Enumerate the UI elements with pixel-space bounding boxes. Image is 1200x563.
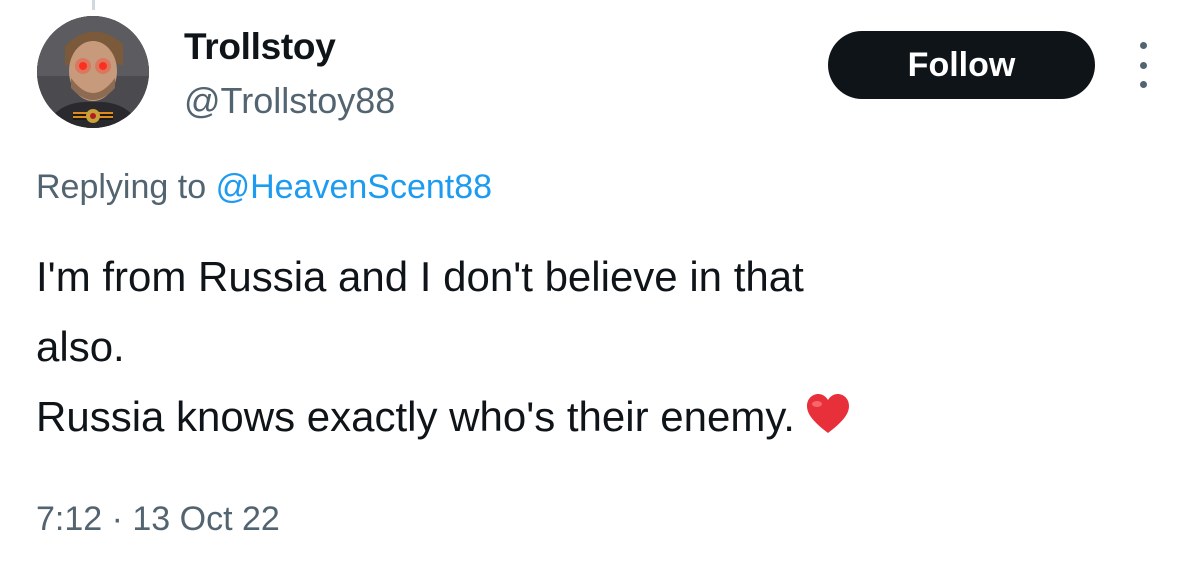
more-vertical-icon — [1139, 42, 1147, 49]
reply-context-prefix: Replying to — [36, 168, 207, 206]
more-vertical-icon-dot — [1139, 81, 1147, 88]
tweet-card: Trollstoy @Trollstoy88 Follow Replying t… — [0, 0, 1200, 563]
follow-button[interactable]: Follow — [828, 31, 1095, 99]
tweet-text-line: I'm from Russia and I don't believe in t… — [36, 253, 804, 300]
thread-connector-line — [92, 0, 95, 10]
more-options-button[interactable] — [1128, 42, 1158, 88]
author-handle[interactable]: @Trollstoy88 — [184, 80, 395, 122]
avatar-image — [37, 16, 149, 128]
more-vertical-icon-dot — [1139, 61, 1147, 69]
reply-mention-link[interactable]: @HeavenScent88 — [216, 168, 492, 206]
reply-context: Replying to @HeavenScent88 — [36, 168, 492, 207]
tweet-text-line-last: Russia knows exactly who's their enemy. — [36, 392, 1176, 442]
tweet-text-line: Russia knows exactly who's their enemy. — [36, 393, 795, 440]
avatar[interactable] — [37, 16, 149, 128]
tweet-text-line: also. — [36, 323, 125, 370]
red-heart-icon — [806, 394, 849, 433]
author-display-name[interactable]: Trollstoy — [184, 26, 336, 68]
tweet-timestamp[interactable]: 7:12 · 13 Oct 22 — [36, 500, 280, 539]
